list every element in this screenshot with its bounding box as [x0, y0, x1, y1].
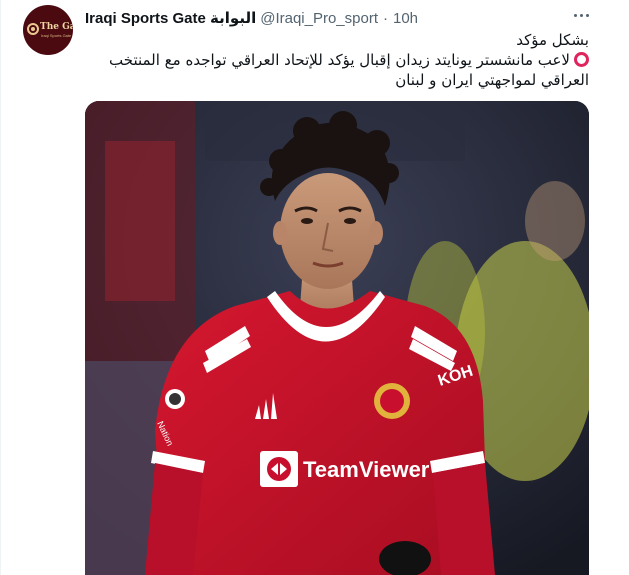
tweet-text-line-3: العراقي لمواجهتي ايران و لبنان — [395, 71, 589, 89]
tweet-text-line-2: لاعب مانشستر يونايتد زيدان إقبال يؤكد لل… — [89, 50, 589, 70]
avatar-logo-text: The Gate — [40, 22, 73, 32]
gate-logo-icon — [27, 23, 39, 35]
more-horizontal-icon[interactable] — [568, 5, 594, 25]
display-name[interactable]: Iraqi Sports Gate البوابة — [85, 9, 256, 27]
tweet-timestamp[interactable]: 10h — [393, 10, 418, 27]
header-separator: · — [383, 9, 388, 27]
tweet-text-line-1: بشكل مؤكد — [516, 31, 589, 49]
avatar[interactable]: The Gate Iraqi Sports Gate — [23, 5, 73, 55]
jersey-sponsor-text: TeamViewer — [303, 457, 430, 482]
user-handle[interactable]: @Iraqi_Pro_sport — [260, 10, 378, 27]
tweet-text: بشكل مؤكد لاعب مانشستر يونايتد زيدان إقب… — [89, 30, 589, 90]
avatar-logo-subtext: Iraqi Sports Gate — [41, 33, 72, 38]
tweet-header: Iraqi Sports Gate البوابة @Iraqi_Pro_spo… — [85, 8, 418, 28]
tweet-card[interactable]: The Gate Iraqi Sports Gate Iraqi Sports … — [0, 0, 629, 575]
tweet-media-photo[interactable]: TeamViewer KOH Nation — [85, 101, 589, 575]
tweet-text-line-2-content: لاعب مانشستر يونايتد زيدان إقبال يؤكد لل… — [109, 51, 570, 69]
player-photo: TeamViewer KOH Nation — [85, 101, 589, 575]
red-circle-icon — [574, 52, 589, 67]
